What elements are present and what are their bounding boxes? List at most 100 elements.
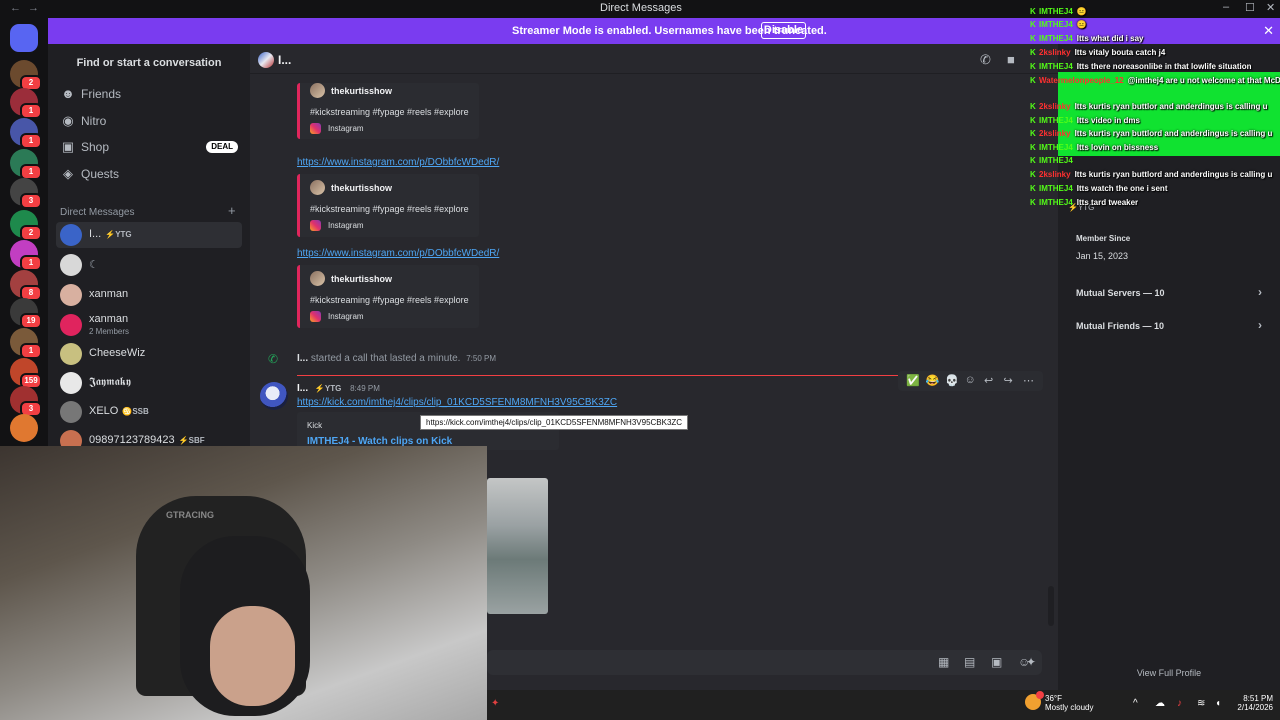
overlay-chat-line: K IMTHEJ4 Itts lovin on bissness <box>1030 143 1158 156</box>
nav-nitro[interactable]: ◉ Nitro <box>56 109 242 133</box>
gif-icon[interactable]: ▤ <box>964 655 975 669</box>
dm-item[interactable]: ☾ <box>56 252 242 278</box>
microphone-icon[interactable]: ♪ <box>1177 698 1182 709</box>
kick-clip-link[interactable]: https://kick.com/imthej4/clips/clip_01KC… <box>297 397 617 408</box>
reply-icon[interactable]: ↩ <box>984 374 993 387</box>
server-icon[interactable]: 1 <box>10 240 42 271</box>
add-reaction-icon[interactable]: ☺ <box>965 374 976 386</box>
server-icon[interactable]: 3 <box>10 386 42 417</box>
dm-item[interactable]: xanman <box>56 282 242 308</box>
cloud-icon[interactable]: ☁ <box>1155 698 1165 709</box>
webcam-feed: GTRACING <box>0 446 487 720</box>
instagram-link[interactable]: https://www.instagram.com/p/DObbfcWDedR/ <box>297 157 499 168</box>
more-options-icon[interactable]: ⋯ <box>1023 374 1034 387</box>
disable-streamer-mode-button[interactable]: Disable <box>761 22 806 39</box>
server-icon[interactable]: 1 <box>10 88 42 119</box>
message-header: I... ⚡YTG 8:49 PM <box>297 383 380 394</box>
nav-quests[interactable]: ◈ Quests <box>56 162 242 186</box>
dm-name-text: I... <box>89 228 102 240</box>
server-icon[interactable]: 159 <box>10 358 42 389</box>
dm-item[interactable]: XELO ♋SSB <box>56 399 242 425</box>
overlay-chat-user: IMTHEJ4 <box>1039 116 1073 125</box>
laugh-reaction-icon[interactable]: 😂 <box>926 374 940 387</box>
overlay-chat-message: Itts kurtis ryan buttlor and anderdingus… <box>1074 102 1268 111</box>
overlay-chat-line: K IMTHEJ4 Itts watch the one i sent <box>1030 184 1167 197</box>
server-icon[interactable]: 1 <box>10 149 42 180</box>
overlay-chat-message: @imthej4 are u not welcome at that McDon… <box>1127 76 1280 85</box>
server-icon[interactable] <box>10 414 38 442</box>
nav-label: Nitro <box>81 114 107 128</box>
mutual-friends-label: Mutual Friends — 10 <box>1076 321 1165 331</box>
chat-scrollbar[interactable] <box>1048 586 1054 626</box>
sticker-icon[interactable]: ▣ <box>991 655 1002 669</box>
kick-badge-icon: K <box>1030 198 1036 207</box>
dm-name-text: xanman <box>89 288 129 300</box>
dm-name-text: xanman <box>89 313 129 325</box>
video-call-icon[interactable]: ■ <box>1007 52 1015 67</box>
dm-item[interactable]: CheeseWiz <box>56 341 242 367</box>
mutual-servers-row[interactable]: Mutual Servers — 10 › <box>1068 279 1270 307</box>
gift-icon[interactable]: ▦ <box>938 655 949 669</box>
embed-provider: Instagram <box>328 221 364 230</box>
kick-embed-thumbnail[interactable] <box>487 478 548 614</box>
instagram-link[interactable]: https://www.instagram.com/p/DObbfcWDedR/ <box>297 248 499 259</box>
dm-item[interactable]: 𝕵𝖆𝖞𝖒𝖆𝖐𝖞 <box>56 370 242 396</box>
nav-label: Quests <box>81 167 120 181</box>
nav-friends[interactable]: ☻ Friends <box>56 82 242 106</box>
server-icon[interactable]: 2 <box>10 60 42 91</box>
stream-chat-overlay: K IMTHEJ4 😐 K IMTHEJ4 😐 K IMTHEJ4 Itts what did … <box>1030 4 1280 210</box>
clock-date: 2/14/2026 <box>1237 703 1273 712</box>
overlay-chat-message: Itts watch the one i sent <box>1076 184 1168 193</box>
back-arrow-icon[interactable]: ← <box>10 2 21 14</box>
call-user-name: I... <box>297 353 309 364</box>
overlay-chat-user: 2kslinky <box>1039 102 1071 111</box>
taskbar-clock[interactable]: 8:51 PM 2/14/2026 <box>1233 694 1273 712</box>
overlay-chat-message: Itts lovin on bissness <box>1076 143 1159 152</box>
weather-widget[interactable]: 36°F Mostly cloudy <box>1045 694 1093 712</box>
message-author[interactable]: I... <box>297 383 308 394</box>
app-icon[interactable]: ✦ <box>491 698 499 709</box>
server-icon[interactable]: 2 <box>10 210 42 241</box>
embed-author-avatar <box>310 83 325 98</box>
chevron-up-icon[interactable]: ^ <box>1133 698 1138 709</box>
dm-item[interactable]: I... ⚡YTG <box>56 222 242 248</box>
message-composer[interactable]: ▦ ▤ ▣ ☺ <box>487 650 1042 675</box>
embed-author[interactable]: thekurtisshow <box>331 274 392 284</box>
dm-name: 𝕵𝖆𝖞𝖒𝖆𝖐𝖞 <box>89 376 131 389</box>
voice-call-icon[interactable]: ✆ <box>980 52 991 68</box>
server-mention-badge: 1 <box>20 343 42 359</box>
volume-icon[interactable]: ◖ <box>1215 698 1221 709</box>
view-full-profile-link[interactable]: View Full Profile <box>1058 668 1280 678</box>
dm-item[interactable]: xanman 2 Members <box>56 312 242 338</box>
server-icon[interactable]: 8 <box>10 270 42 301</box>
server-icon[interactable]: 1 <box>10 328 42 359</box>
check-reaction-icon[interactable]: ✅ <box>906 374 920 387</box>
server-icon[interactable]: 1 <box>10 118 42 149</box>
apps-icon[interactable]: ✦ <box>1026 655 1036 669</box>
avatar <box>60 224 82 246</box>
embed-provider: Instagram <box>328 124 364 133</box>
server-icon[interactable]: 3 <box>10 178 42 209</box>
mutual-friends-row[interactable]: Mutual Friends — 10 › <box>1068 312 1270 340</box>
wifi-icon[interactable]: ≋ <box>1197 698 1205 709</box>
embed-author-avatar <box>310 180 325 195</box>
nav-shop[interactable]: ▣ Shop DEAL <box>56 135 242 159</box>
avatar <box>60 343 82 365</box>
embed-author[interactable]: thekurtisshow <box>331 183 392 193</box>
server-icon[interactable] <box>10 24 38 52</box>
kick-badge-icon: K <box>1030 116 1036 125</box>
member-since-label: Member Since <box>1076 234 1131 243</box>
message-author-tag: ⚡YTG <box>314 384 342 393</box>
dm-name: CheeseWiz <box>89 347 145 359</box>
skull-reaction-icon[interactable]: 💀 <box>945 374 959 387</box>
create-dm-plus-icon[interactable]: + <box>228 203 236 218</box>
server-icon[interactable]: 19 <box>10 298 42 329</box>
forward-icon[interactable]: ↪ <box>1004 374 1013 387</box>
forward-arrow-icon[interactable]: → <box>28 2 39 14</box>
embed-author[interactable]: thekurtisshow <box>331 86 392 96</box>
find-conversation-button[interactable]: Find or start a conversation <box>56 53 242 73</box>
message-avatar[interactable] <box>260 382 288 410</box>
kick-badge-icon: K <box>1030 156 1036 165</box>
dm-tag: ⚡SBF <box>178 436 205 445</box>
embed-provider: Instagram <box>328 312 364 321</box>
